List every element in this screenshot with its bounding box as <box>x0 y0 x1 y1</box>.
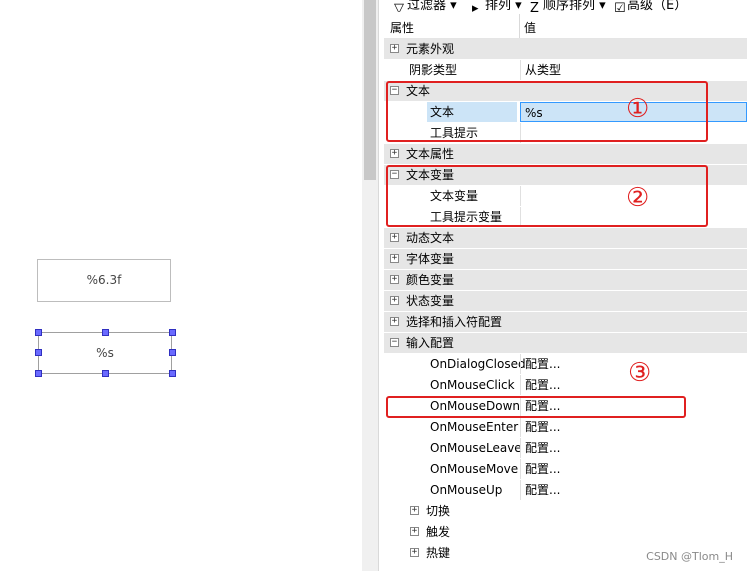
resize-handle-w[interactable] <box>35 349 42 356</box>
property-category-row[interactable]: + 触发 <box>384 522 747 542</box>
advanced-toggle[interactable]: ☑高级（E） <box>614 0 687 12</box>
property-category-row[interactable]: + 文本属性 <box>384 144 747 164</box>
expand-icon[interactable]: + <box>390 254 399 263</box>
resize-handle-n[interactable] <box>102 329 109 336</box>
text-element-selected-label: %s <box>96 346 114 360</box>
canvas-scrollbar[interactable] <box>362 0 378 571</box>
property-name: 字体变量 <box>406 252 455 266</box>
property-category-row[interactable]: + 动态文本 <box>384 228 747 248</box>
annotation-box-3 <box>386 396 686 418</box>
property-name: 热键 <box>426 546 451 560</box>
property-grid-header: 属性 值 <box>384 14 747 39</box>
expand-icon[interactable]: + <box>390 149 399 158</box>
expand-icon[interactable]: + <box>410 527 419 536</box>
scrollbar-thumb[interactable] <box>364 0 376 180</box>
filter-icon: ▽ <box>394 0 404 13</box>
expand-icon[interactable]: + <box>410 506 419 515</box>
resize-handle-e[interactable] <box>169 349 176 356</box>
property-category-row[interactable]: + 元素外观 <box>384 39 747 59</box>
property-name: 状态变量 <box>406 294 455 308</box>
property-category-row[interactable]: + 颜色变量 <box>384 270 747 290</box>
resize-handle-ne[interactable] <box>169 329 176 336</box>
property-row[interactable]: OnMouseMove 配置... <box>384 459 747 479</box>
order-button[interactable]: Z 顺序排列 ▾ <box>530 0 606 12</box>
property-name: 文本属性 <box>406 147 455 161</box>
property-name: 切换 <box>426 504 451 518</box>
property-name: 输入配置 <box>406 336 455 350</box>
property-category-row[interactable]: + 状态变量 <box>384 291 747 311</box>
property-row[interactable]: OnMouseEnter 配置... <box>384 417 747 437</box>
property-name: 阴影类型 <box>409 63 458 77</box>
property-name: OnMouseEnter <box>430 420 519 434</box>
checkbox-icon: ☑ <box>614 0 626 13</box>
expand-icon[interactable]: + <box>390 44 399 53</box>
sort-button[interactable]: ▸ 排列 ▾ <box>472 0 522 12</box>
text-element-float[interactable]: %6.3f <box>37 259 171 302</box>
watermark: CSDN @Tlom_H <box>646 550 733 563</box>
property-name: 元素外观 <box>406 42 455 56</box>
expand-icon[interactable]: + <box>410 548 419 557</box>
property-name: 动态文本 <box>406 231 455 245</box>
property-row[interactable]: OnDialogClosed 配置... <box>384 354 747 374</box>
collapse-icon[interactable]: − <box>390 338 399 347</box>
property-row[interactable]: OnMouseUp 配置... <box>384 480 747 500</box>
annotation-box-2 <box>386 165 708 227</box>
resize-handle-se[interactable] <box>169 370 176 377</box>
property-category-row[interactable]: + 字体变量 <box>384 249 747 269</box>
annotation-label-1: ① <box>626 94 650 124</box>
expand-icon[interactable]: + <box>390 296 399 305</box>
expand-icon[interactable]: + <box>390 233 399 242</box>
property-name: OnMouseMove <box>430 462 519 476</box>
property-panel: ▽ 过滤器 ▾ ▸ 排列 ▾ Z 顺序排列 ▾ ☑高级（E） 属性 值 + 元素外观阴影… <box>384 0 747 571</box>
sort-icon: ▸ <box>472 0 479 13</box>
property-value[interactable]: 配置... <box>520 417 747 437</box>
property-row[interactable]: 阴影类型 从类型 <box>384 60 747 80</box>
property-name: OnMouseClick <box>430 378 515 392</box>
text-element-selected[interactable]: %s <box>38 332 172 374</box>
resize-handle-nw[interactable] <box>35 329 42 336</box>
property-name: 触发 <box>426 525 451 539</box>
property-name: OnMouseLeave <box>430 441 522 455</box>
text-element-float-label: %6.3f <box>86 273 122 287</box>
az-sort-icon: Z <box>530 0 539 13</box>
filter-button[interactable]: ▽ 过滤器 ▾ <box>394 0 457 12</box>
property-toolbar: ▽ 过滤器 ▾ ▸ 排列 ▾ Z 顺序排列 ▾ ☑高级（E） <box>384 0 747 12</box>
property-row[interactable]: OnMouseLeave 配置... <box>384 438 747 458</box>
property-name: 选择和插入符配置 <box>406 315 503 329</box>
annotation-box-1 <box>386 81 708 142</box>
resize-handle-s[interactable] <box>102 370 109 377</box>
property-value[interactable]: 配置... <box>520 438 747 458</box>
property-name: 颜色变量 <box>406 273 455 287</box>
column-header-value: 值 <box>524 21 537 35</box>
property-row[interactable]: OnMouseClick 配置... <box>384 375 747 395</box>
resize-handle-sw[interactable] <box>35 370 42 377</box>
property-category-row[interactable]: + 切换 <box>384 501 747 521</box>
property-name: OnMouseUp <box>430 483 503 497</box>
property-value[interactable]: 配置... <box>520 459 747 479</box>
design-canvas[interactable]: %6.3f %s <box>0 0 362 571</box>
property-value[interactable]: 配置... <box>520 480 747 500</box>
expand-icon[interactable]: + <box>390 275 399 284</box>
property-category-row[interactable]: + 选择和插入符配置 <box>384 312 747 332</box>
column-header-property: 属性 <box>390 21 415 35</box>
annotation-label-3: ③ <box>628 358 652 388</box>
property-name: OnDialogClosed <box>430 357 526 371</box>
expand-icon[interactable]: + <box>390 317 399 326</box>
property-value[interactable]: 从类型 <box>520 60 747 80</box>
annotation-label-2: ② <box>626 183 650 213</box>
column-divider[interactable] <box>519 14 520 38</box>
property-category-row[interactable]: − 输入配置 <box>384 333 747 353</box>
